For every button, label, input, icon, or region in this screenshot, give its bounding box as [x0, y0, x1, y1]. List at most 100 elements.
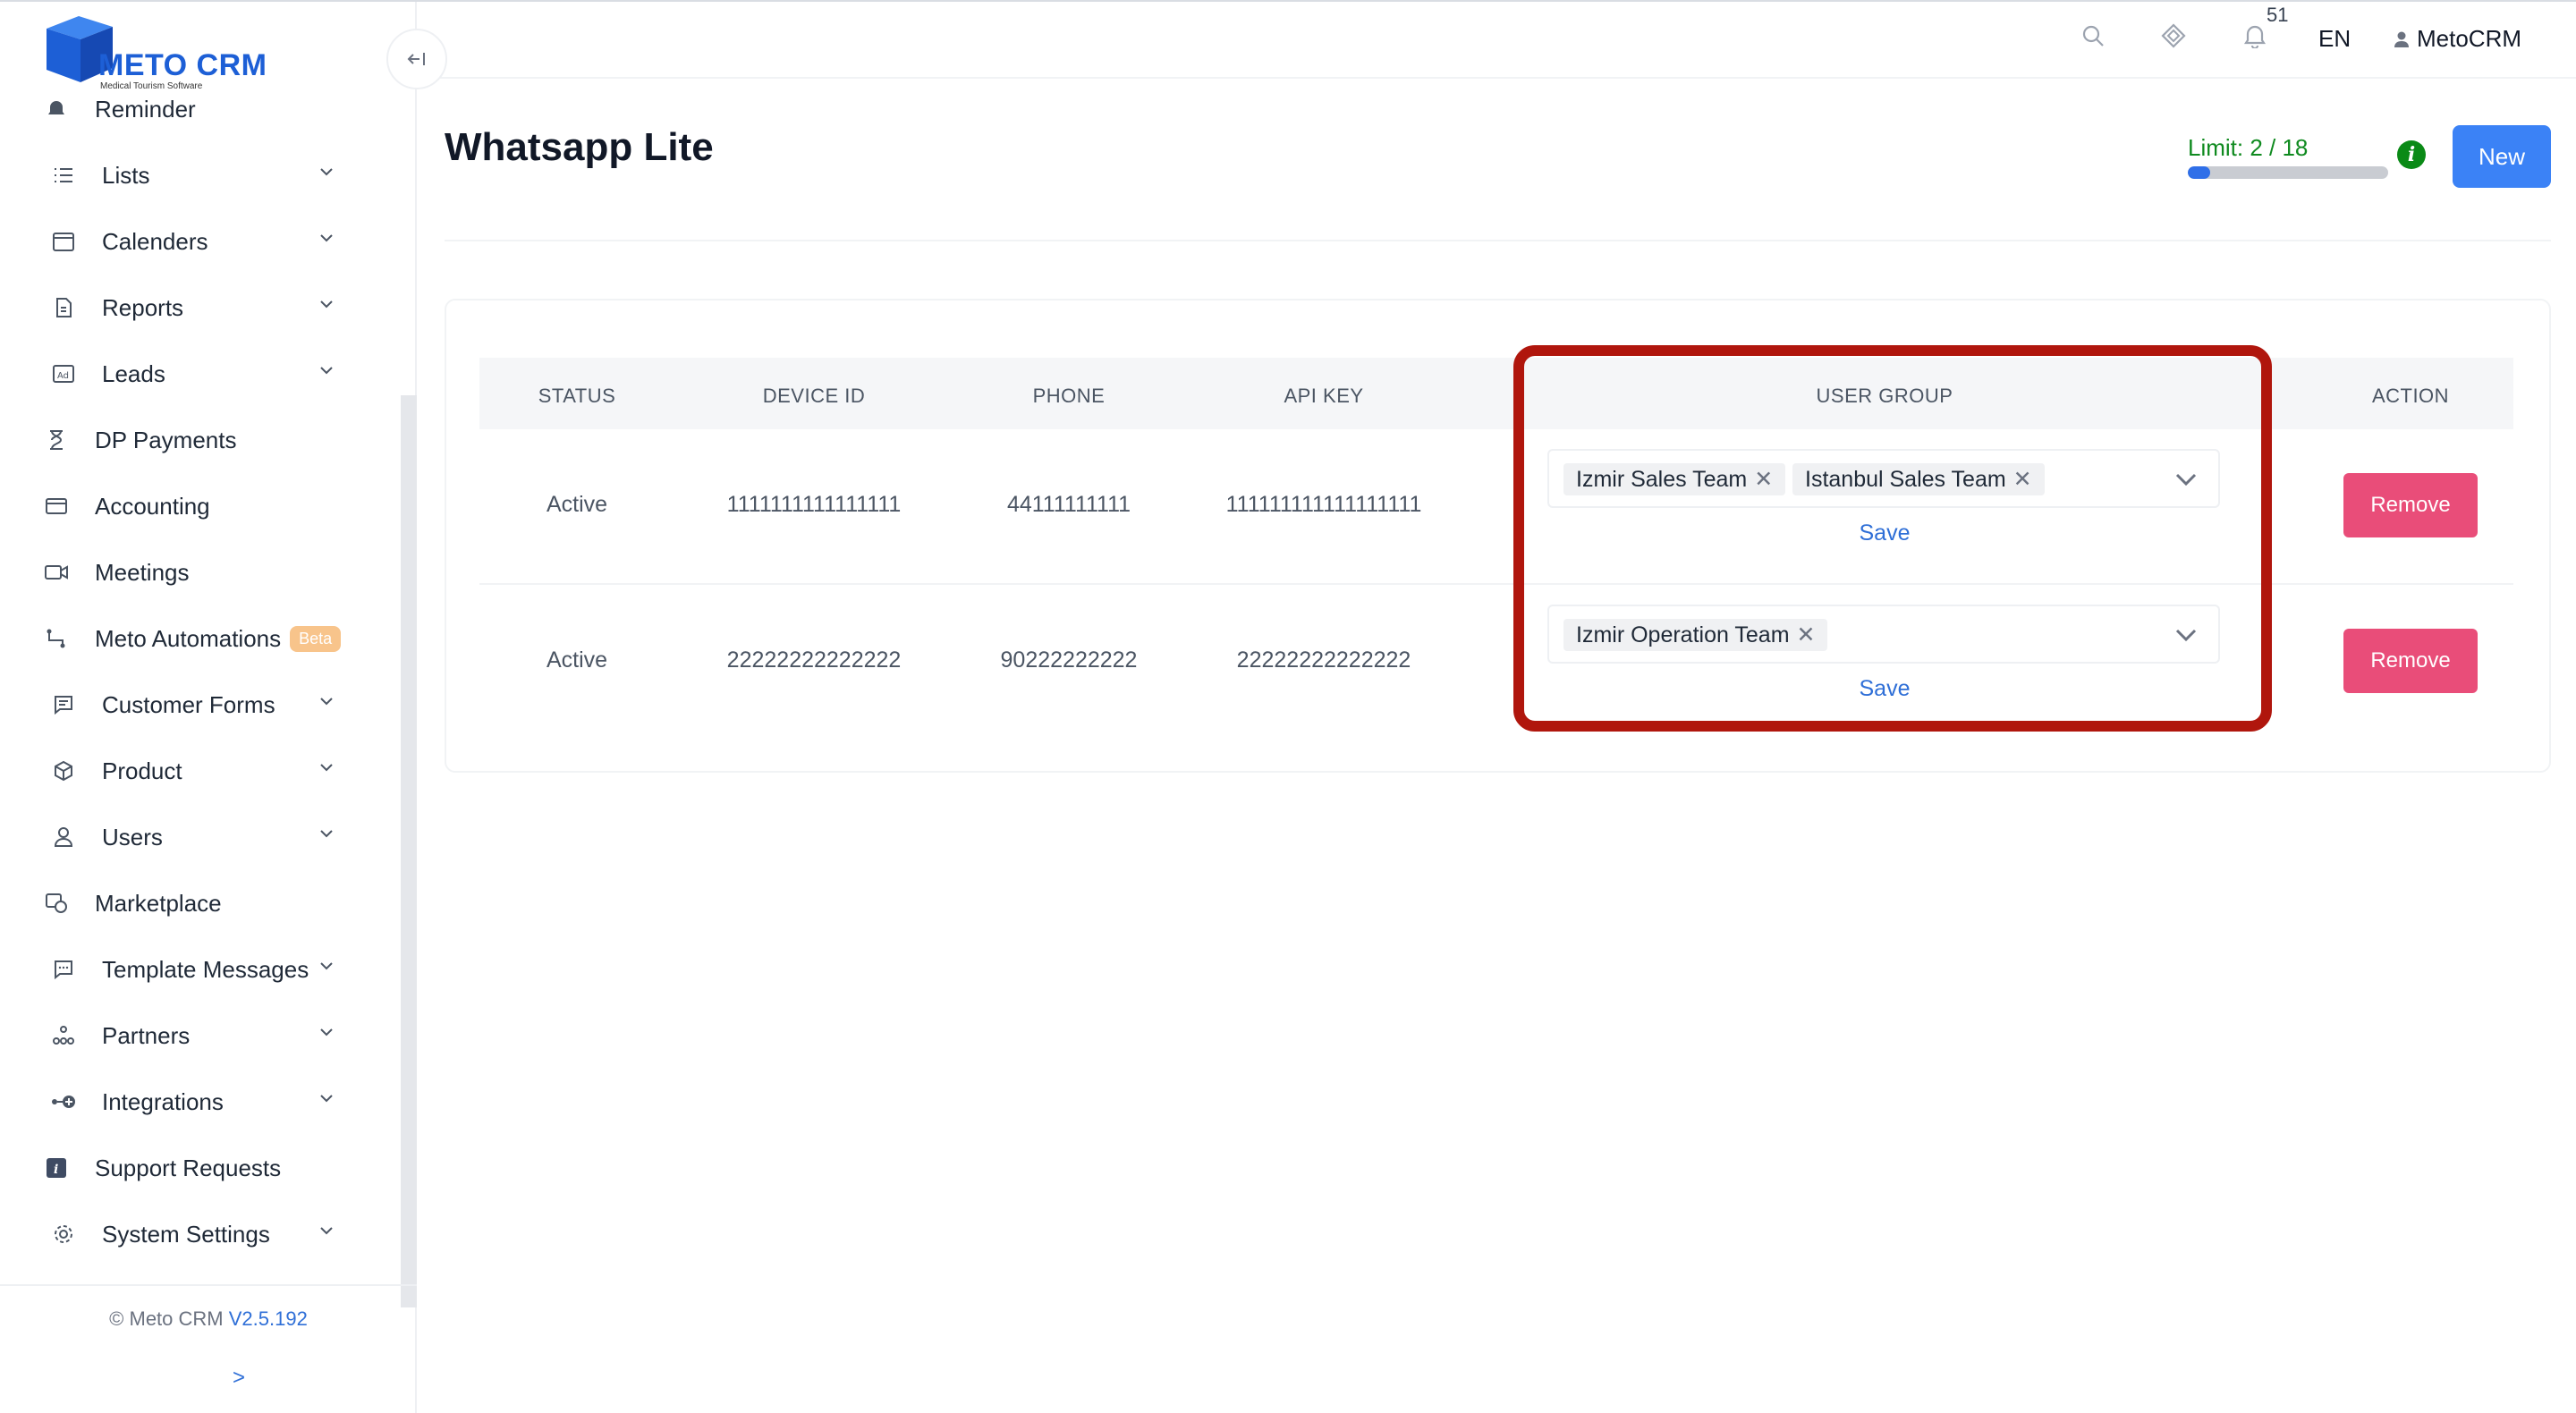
copyright-text: © Meto CRM V2.5.192: [0, 1307, 417, 1331]
sidebar-item-product[interactable]: Product: [43, 744, 356, 798]
info-icon[interactable]: i: [2397, 140, 2426, 169]
sidebar-scrollbar[interactable]: [401, 395, 417, 1307]
sidebar-item-template-messages[interactable]: Template Messages: [43, 943, 356, 996]
svg-text:i: i: [54, 1163, 58, 1177]
row-1-save-link[interactable]: Save: [1831, 520, 1938, 546]
brand-logo[interactable]: METO CRM Medical Tourism Software: [43, 14, 284, 95]
new-button[interactable]: New: [2453, 125, 2551, 188]
row-1-status: Active: [546, 492, 608, 517]
user-group-tag[interactable]: Izmir Sales Team ✕: [1563, 463, 1786, 495]
video-icon: [43, 559, 70, 586]
sidebar-item-reminder[interactable]: Reminder: [43, 88, 356, 136]
column-header-status: STATUS: [538, 385, 616, 407]
collapse-sidebar-button[interactable]: [386, 29, 447, 89]
row-2-status: Active: [546, 647, 608, 673]
sidebar-item-label: Template Messages: [102, 955, 309, 983]
column-header-api-key: API KEY: [1284, 385, 1364, 407]
sidebar-item-leads[interactable]: Ad Leads: [43, 347, 356, 401]
page-title: Whatsapp Lite: [445, 125, 714, 169]
chevron-down-icon: [318, 762, 335, 773]
diamond-icon[interactable]: [2161, 23, 2186, 48]
sidebar-item-label: Users: [102, 823, 163, 850]
sidebar-item-label: Marketplace: [95, 889, 222, 917]
row-2-user-group-select[interactable]: Izmir Operation Team ✕: [1547, 605, 2220, 664]
collapse-icon: [407, 53, 425, 65]
tag-remove-icon[interactable]: ✕: [1754, 466, 1773, 493]
user-menu[interactable]: MetoCRM: [2394, 25, 2521, 53]
chevron-down-icon[interactable]: [2174, 470, 2199, 488]
sidebar-item-accounting[interactable]: Accounting: [43, 479, 356, 533]
sidebar-item-users[interactable]: Users: [43, 810, 356, 864]
tag-label: Izmir Operation Team: [1576, 622, 1790, 647]
chevron-down-icon: [318, 233, 335, 243]
bell-icon: [43, 96, 70, 123]
sidebar-item-label: Lists: [102, 161, 150, 189]
chevron-down-icon: [318, 828, 335, 839]
row-2-api-key: 22222222222222: [1236, 647, 1411, 673]
sidebar-item-partners[interactable]: Partners: [43, 1009, 356, 1062]
copyright-label: © Meto CRM: [109, 1307, 224, 1330]
sidebar-footer-divider: [0, 1284, 417, 1286]
notification-bell-icon[interactable]: [2243, 23, 2267, 48]
sidebar-item-label: Partners: [102, 1021, 191, 1049]
sidebar-item-reports[interactable]: Reports: [43, 281, 356, 334]
sidebar-item-lists[interactable]: Lists: [43, 148, 356, 202]
sidebar-item-meto-automations[interactable]: Meto Automations Beta: [43, 612, 383, 665]
document-icon: [50, 294, 77, 321]
sidebar-item-customer-forms[interactable]: Customer Forms: [43, 678, 356, 732]
partners-icon: [50, 1022, 77, 1049]
ad-icon: Ad: [50, 360, 77, 387]
row-1-api-key: 111111111111111111: [1225, 492, 1422, 517]
row-1-phone: 44111111111: [1006, 492, 1131, 517]
box-icon: [50, 757, 77, 784]
language-selector[interactable]: EN: [2318, 25, 2351, 53]
tag-label: Izmir Sales Team: [1576, 466, 1748, 492]
gear-icon: [50, 1221, 77, 1248]
sidebar-item-label: Product: [102, 757, 182, 784]
sidebar-item-system-settings[interactable]: System Settings: [43, 1207, 356, 1261]
search-icon[interactable]: [2080, 23, 2106, 48]
chevron-down-icon[interactable]: [2174, 626, 2199, 644]
user-group-tag[interactable]: Istanbul Sales Team ✕: [1792, 463, 2045, 495]
sidebar-item-dp-payments[interactable]: DP Payments: [43, 413, 356, 467]
sidebar-item-label: Meetings: [95, 558, 190, 586]
row-2-remove-button[interactable]: Remove: [2343, 629, 2478, 693]
message-icon: [50, 956, 77, 983]
sidebar-item-marketplace[interactable]: Marketplace: [43, 876, 356, 930]
sidebar-item-label: Customer Forms: [102, 690, 275, 718]
title-divider: [445, 240, 2551, 241]
calendar-icon: [50, 228, 77, 255]
tag-remove-icon[interactable]: ✕: [1797, 622, 1816, 648]
user-icon: [2394, 30, 2410, 48]
sidebar-item-label: Reports: [102, 293, 184, 321]
info-square-icon: i: [43, 1155, 70, 1181]
sidebar-item-label: Meto Automations: [95, 624, 282, 652]
column-header-action: ACTION: [2371, 385, 2450, 407]
user-name: MetoCRM: [2417, 25, 2522, 52]
sidebar-item-label: Accounting: [95, 492, 210, 520]
limit-progress-fill: [2188, 166, 2210, 179]
row-2-phone: 90222222222: [1000, 647, 1138, 673]
row-2-device-id: 22222222222222: [726, 647, 902, 673]
sidebar-item-meetings[interactable]: Meetings: [43, 546, 356, 599]
expand-footer-link[interactable]: >: [233, 1366, 245, 1391]
chevron-down-icon: [318, 696, 335, 706]
row-1-user-group-select[interactable]: Izmir Sales Team ✕ Istanbul Sales Team ✕: [1547, 449, 2220, 508]
sidebar-nav: Reminder Lists Calenders Reports Ad Lead…: [0, 88, 397, 1268]
sidebar-item-support-requests[interactable]: i Support Requests: [43, 1141, 356, 1195]
chevron-down-icon: [318, 960, 335, 971]
chevron-down-icon: [318, 166, 335, 177]
plug-icon: [50, 1088, 77, 1115]
user-group-tag[interactable]: Izmir Operation Team ✕: [1563, 619, 1828, 651]
notification-count: 51: [2267, 4, 2289, 26]
sidebar-item-calenders[interactable]: Calenders: [43, 215, 356, 268]
row-2-save-link[interactable]: Save: [1831, 676, 1938, 702]
sidebar-item-label: Calenders: [102, 227, 208, 255]
sidebar-item-integrations[interactable]: Integrations: [43, 1075, 356, 1129]
row-1-remove-button[interactable]: Remove: [2343, 473, 2478, 537]
sidebar-item-label: Reminder: [95, 95, 196, 123]
limit-progress-bar: [2188, 166, 2388, 179]
tag-remove-icon[interactable]: ✕: [2013, 466, 2032, 493]
card-icon: [43, 493, 70, 520]
user-icon: [50, 824, 77, 850]
